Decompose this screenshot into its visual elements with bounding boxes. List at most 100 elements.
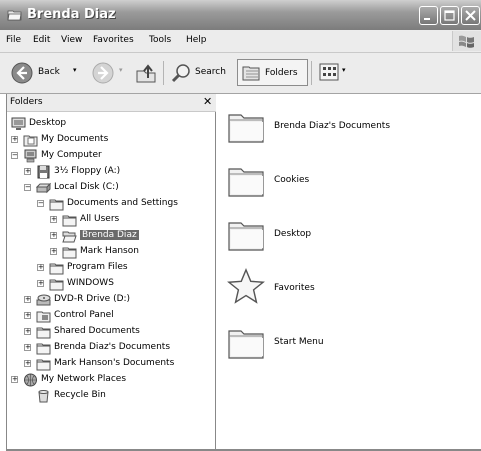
folder-icon [227,159,265,199]
expand-icon[interactable]: + [24,344,31,351]
content-item[interactable]: Brenda Diaz's Documents [219,102,481,156]
content-item[interactable]: Cookies [219,156,481,210]
tree-item-label: Program Files [67,262,128,272]
expand-icon[interactable]: + [11,376,18,383]
tree-item-label: Mark Hanson [80,246,139,256]
menu-bar: File Edit View Favorites Tools Help [0,30,481,53]
tree-item-label: Desktop [29,118,67,128]
tree-item[interactable]: + Program Files [7,260,216,276]
close-button[interactable] [461,6,480,25]
tree-item-label: My Network Places [41,374,127,384]
folder-contents: Brenda Diaz's Documents Cookies Desktop Fav… [219,94,481,451]
folders-pane-header: Folders ✕ [7,94,216,112]
tree-item[interactable]: Recycle Bin [7,388,216,404]
folder-icon [227,105,265,145]
tree-item-label: Shared Documents [54,326,140,336]
back-button[interactable]: Back ▾ [8,59,84,87]
collapse-icon[interactable]: − [11,152,18,159]
expand-icon[interactable]: + [24,168,31,175]
tree-item[interactable]: − Local Disk (C:) [7,180,216,196]
tree-item[interactable]: Desktop [7,116,216,132]
expand-icon[interactable]: + [24,312,31,319]
tree-item[interactable]: + Mark Hanson's Documents [7,356,216,372]
tree-item[interactable]: + All Users [7,212,216,228]
tree-item[interactable]: + Mark Hanson [7,244,216,260]
folder-icon [62,245,77,259]
toolbar-separator [163,61,164,85]
dvd-drive-icon [36,293,51,307]
folder-open-icon [7,10,22,21]
toolbar: Back ▾ ▾ Search Folders ▾ [0,53,481,94]
tree-item-label: WINDOWS [67,278,114,288]
expand-icon[interactable]: + [37,264,44,271]
expand-icon[interactable]: + [50,216,57,223]
collapse-icon[interactable]: − [24,184,31,191]
maximize-button[interactable] [440,6,459,25]
tree-item[interactable]: +3½ Floppy (A:) [7,164,216,180]
forward-button[interactable]: ▾ [89,59,129,87]
folders-button[interactable]: Folders [237,59,308,86]
tree-item[interactable]: − My Computer [7,148,216,164]
tree-item[interactable]: + My Network Places [7,372,216,388]
expand-icon[interactable]: + [50,232,57,239]
folder-icon [227,321,265,361]
tree-item[interactable]: − Documents and Settings [7,196,216,212]
folder-icon [49,277,64,291]
tree-item[interactable]: + Brenda Diaz [7,228,216,244]
content-item[interactable]: Start Menu [219,318,481,372]
collapse-icon[interactable]: − [37,200,44,207]
content-item[interactable]: Favorites [219,264,481,318]
views-icon [319,63,339,81]
menu-tools[interactable]: Tools [149,35,171,45]
windows-flag-icon [459,35,474,48]
expand-icon[interactable]: + [24,328,31,335]
content-item-label: Favorites [274,283,315,293]
content-item-label: Brenda Diaz's Documents [274,121,391,131]
tree-item[interactable]: + Shared Documents [7,324,216,340]
back-dropdown-icon[interactable]: ▾ [73,66,77,74]
expand-icon[interactable]: + [37,280,44,287]
views-button[interactable]: ▾ [316,59,353,86]
tree-item[interactable]: + My Documents [7,132,216,148]
desktop-icon [11,117,26,131]
star-icon [227,267,265,307]
tree-item-label: Brenda Diaz [80,230,139,240]
menu-file[interactable]: File [6,35,21,45]
windows-logo [452,31,481,51]
network-places-icon [23,373,38,387]
menu-view[interactable]: View [61,35,82,45]
explorer-window: Brenda Diaz File Edit View Favorites Too… [0,0,481,451]
minimize-button[interactable] [419,6,438,25]
my-computer-icon [23,149,38,163]
tree-item-label: Local Disk (C:) [54,182,119,192]
tree-item[interactable]: + WINDOWS [7,276,216,292]
content-item-label: Start Menu [274,337,324,347]
expand-icon[interactable]: + [50,248,57,255]
content-item[interactable]: Desktop [219,210,481,264]
expand-icon[interactable]: + [11,136,18,143]
menu-edit[interactable]: Edit [33,35,50,45]
menu-help[interactable]: Help [186,35,207,45]
folder-icon [36,341,51,355]
search-button[interactable]: Search [168,59,232,87]
tree-item-label: Control Panel [54,310,114,320]
tree-item-label: Documents and Settings [67,198,178,208]
tree-item-label: My Computer [41,150,102,160]
content-item-label: Desktop [274,229,312,239]
title-bar[interactable]: Brenda Diaz [0,0,481,31]
up-folder-button[interactable] [133,59,159,87]
menu-favorites[interactable]: Favorites [93,35,134,45]
tree-item[interactable]: + Brenda Diaz's Documents [7,340,216,356]
folders-tree-icon [242,66,260,81]
tree-item[interactable]: + DVD-R Drive (D:) [7,292,216,308]
expand-icon[interactable]: + [24,296,31,303]
forward-dropdown-icon[interactable]: ▾ [119,66,123,74]
tree-item-label: Brenda Diaz's Documents [54,342,171,352]
pane-close-icon[interactable]: ✕ [203,95,212,108]
recycle-bin-icon [36,389,51,403]
folders-pane: Folders ✕ Desktop + My Documents − My Comput… [6,94,216,451]
expand-icon[interactable]: + [24,360,31,367]
tree-item[interactable]: + Control Panel [7,308,216,324]
back-arrow-icon [11,62,33,84]
views-dropdown-icon: ▾ [342,66,346,74]
